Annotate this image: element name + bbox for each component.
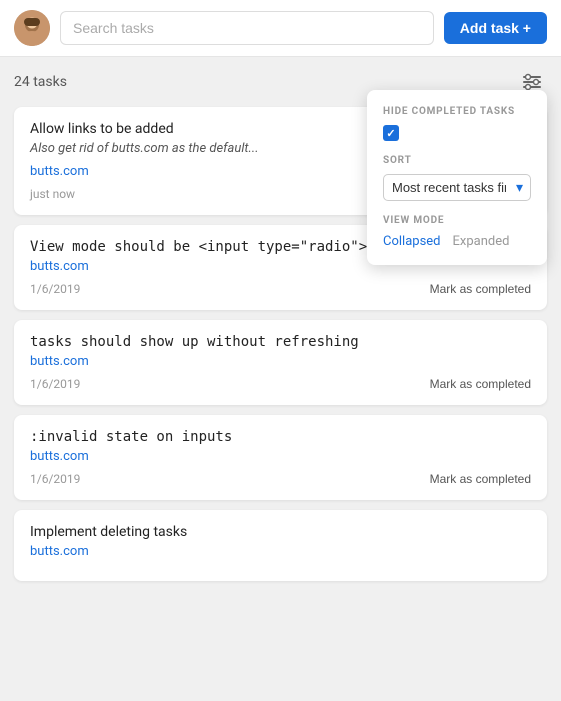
view-mode-collapsed-btn[interactable]: Collapsed xyxy=(383,234,441,249)
task-link[interactable]: butts.com xyxy=(30,354,531,369)
task-count-label: 24 tasks xyxy=(14,74,67,90)
avatar[interactable] xyxy=(14,10,50,46)
task-title: :invalid state on inputs xyxy=(30,429,531,445)
task-title: Implement deleting tasks xyxy=(30,524,531,540)
task-card: tasks should show up without refreshing … xyxy=(14,320,547,405)
task-date: 1/6/2019 xyxy=(30,472,80,486)
mark-completed-button[interactable]: Mark as completed xyxy=(430,377,531,391)
view-mode-row: Collapsed Expanded xyxy=(383,234,531,249)
hide-completed-label: HIDE COMPLETED TASKS xyxy=(383,106,531,117)
task-link[interactable]: butts.com xyxy=(30,544,531,559)
view-mode-label: VIEW MODE xyxy=(383,215,531,226)
search-input[interactable] xyxy=(60,11,434,45)
hide-completed-checkbox[interactable] xyxy=(383,125,399,141)
sort-select-wrapper: Most recent tasks first Oldest tasks fir… xyxy=(383,174,531,201)
add-task-button[interactable]: Add task + xyxy=(444,12,547,44)
task-date: just now xyxy=(30,187,75,201)
filter-dropdown-panel: HIDE COMPLETED TASKS SORT Most recent ta… xyxy=(367,90,547,265)
task-footer: 1/6/2019 Mark as completed xyxy=(30,282,531,296)
mark-completed-button[interactable]: Mark as completed xyxy=(430,282,531,296)
task-footer: 1/6/2019 Mark as completed xyxy=(30,472,531,486)
task-footer: 1/6/2019 Mark as completed xyxy=(30,377,531,391)
task-link[interactable]: butts.com xyxy=(30,449,531,464)
task-card: Implement deleting tasks butts.com xyxy=(14,510,547,581)
task-card: :invalid state on inputs butts.com 1/6/2… xyxy=(14,415,547,500)
sort-label: SORT xyxy=(383,155,531,166)
task-date: 1/6/2019 xyxy=(30,377,80,391)
task-date: 1/6/2019 xyxy=(30,282,80,296)
header: Add task + xyxy=(0,0,561,57)
task-title: tasks should show up without refreshing xyxy=(30,334,531,350)
hide-completed-row xyxy=(383,125,531,141)
view-mode-expanded-btn[interactable]: Expanded xyxy=(453,234,510,249)
mark-completed-button[interactable]: Mark as completed xyxy=(430,472,531,486)
sort-select[interactable]: Most recent tasks first Oldest tasks fir… xyxy=(383,174,531,201)
